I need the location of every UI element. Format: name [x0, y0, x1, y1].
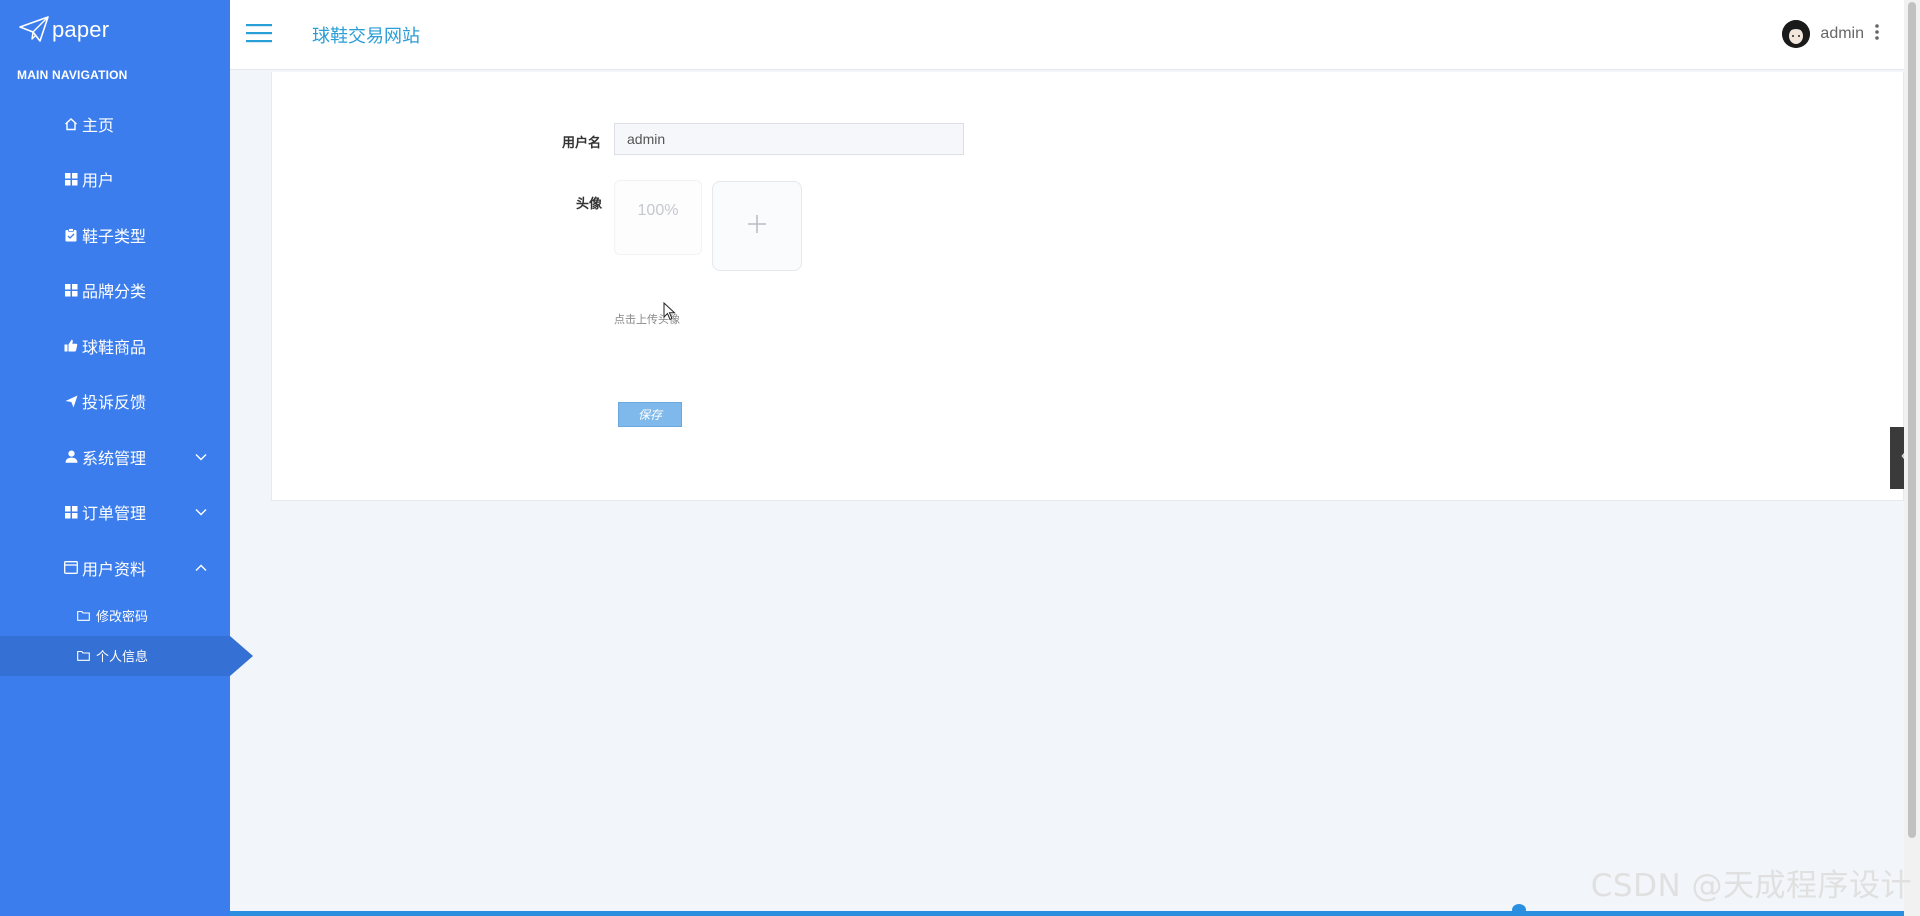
sidebar-item-label: 球鞋商品	[82, 339, 147, 357]
sidebar-item-feedback[interactable]: 投诉反馈	[0, 374, 230, 430]
menu-toggle-icon[interactable]	[246, 22, 272, 44]
top-header: 球鞋交易网站 admin	[230, 0, 1904, 70]
sidebar-item-label: 主页	[82, 117, 115, 135]
sidebar-item-label: 订单管理	[82, 506, 147, 524]
grid-icon	[64, 172, 78, 186]
sidebar-item-brands[interactable]: 品牌分类	[0, 263, 230, 319]
user-menu[interactable]: admin	[1782, 20, 1880, 48]
sidebar-item-sneakers[interactable]: 球鞋商品	[0, 318, 230, 374]
grid-icon	[64, 505, 78, 519]
sidebar-item-label: 品牌分类	[82, 284, 147, 302]
username-input[interactable]	[614, 123, 964, 155]
main-navigation: 主页 用户 鞋子类型 品牌分类 球鞋商品 投诉反馈 系统管理 订单管理 用户资料…	[0, 96, 253, 676]
plus-icon	[746, 213, 768, 240]
logo-text: paper	[52, 17, 110, 42]
logo[interactable]: paper	[18, 14, 109, 48]
watermark: CSDN @天成程序设计	[1590, 868, 1912, 904]
profile-form-card	[271, 72, 1904, 501]
sidebar-item-user-profile[interactable]: 用户资料	[0, 540, 230, 596]
sidebar-subitem-label: 个人信息	[96, 649, 149, 664]
upload-progress-thumbnail: 100%	[614, 180, 702, 255]
avatar[interactable]	[1782, 20, 1811, 48]
sidebar: paper MAIN NAVIGATION 主页 用户 鞋子类型 品牌分类 球鞋…	[0, 0, 253, 916]
sidebar-item-users[interactable]: 用户	[0, 152, 230, 208]
avatar-upload-button[interactable]	[712, 181, 802, 271]
more-vertical-icon[interactable]	[1874, 23, 1880, 46]
clipboard-icon	[64, 227, 78, 242]
sidebar-item-label: 用户	[82, 173, 115, 191]
sidebar-item-label: 鞋子类型	[82, 228, 147, 246]
sidebar-item-shoe-types[interactable]: 鞋子类型	[0, 207, 230, 263]
home-icon	[64, 117, 78, 131]
sidebar-item-label: 系统管理	[82, 450, 147, 468]
bottom-progress-bar	[230, 911, 1904, 916]
user-icon	[64, 450, 78, 464]
nav-header: MAIN NAVIGATION	[17, 68, 128, 82]
sidebar-item-label: 投诉反馈	[82, 395, 147, 413]
paper-plane-logo-icon	[18, 15, 50, 48]
sidebar-item-system-management[interactable]: 系统管理	[0, 429, 230, 485]
sidebar-subitem-label: 修改密码	[96, 609, 149, 624]
site-title: 球鞋交易网站	[312, 26, 420, 46]
sidebar-item-home[interactable]: 主页	[0, 96, 230, 152]
folder-icon	[76, 649, 90, 663]
save-button[interactable]: 保存	[618, 402, 682, 427]
username[interactable]: admin	[1820, 25, 1864, 43]
chevron-down-icon	[194, 505, 208, 519]
scrollbar-thumb[interactable]	[1908, 2, 1916, 838]
bottom-progress-handle	[1512, 904, 1526, 916]
upload-progress-text: 100%	[637, 201, 679, 219]
sidebar-subitem-change-password[interactable]: 修改密码	[0, 596, 230, 636]
window-icon	[64, 561, 78, 575]
user-profile-submenu: 修改密码 个人信息	[0, 596, 253, 676]
sidebar-subitem-personal-info[interactable]: 个人信息	[0, 635, 253, 676]
grid-icon	[64, 283, 78, 297]
avatar-label: 头像	[576, 196, 603, 211]
paper-plane-icon	[64, 394, 78, 408]
chevron-up-icon	[194, 561, 208, 575]
username-label: 用户名	[562, 135, 602, 150]
folder-icon	[76, 609, 90, 623]
thumbs-up-icon	[64, 339, 78, 353]
mouse-cursor-icon	[663, 301, 677, 322]
chevron-down-icon	[194, 450, 208, 464]
sidebar-item-label: 用户资料	[82, 561, 147, 579]
vertical-scrollbar[interactable]	[1904, 0, 1920, 916]
sidebar-item-order-management[interactable]: 订单管理	[0, 485, 230, 541]
